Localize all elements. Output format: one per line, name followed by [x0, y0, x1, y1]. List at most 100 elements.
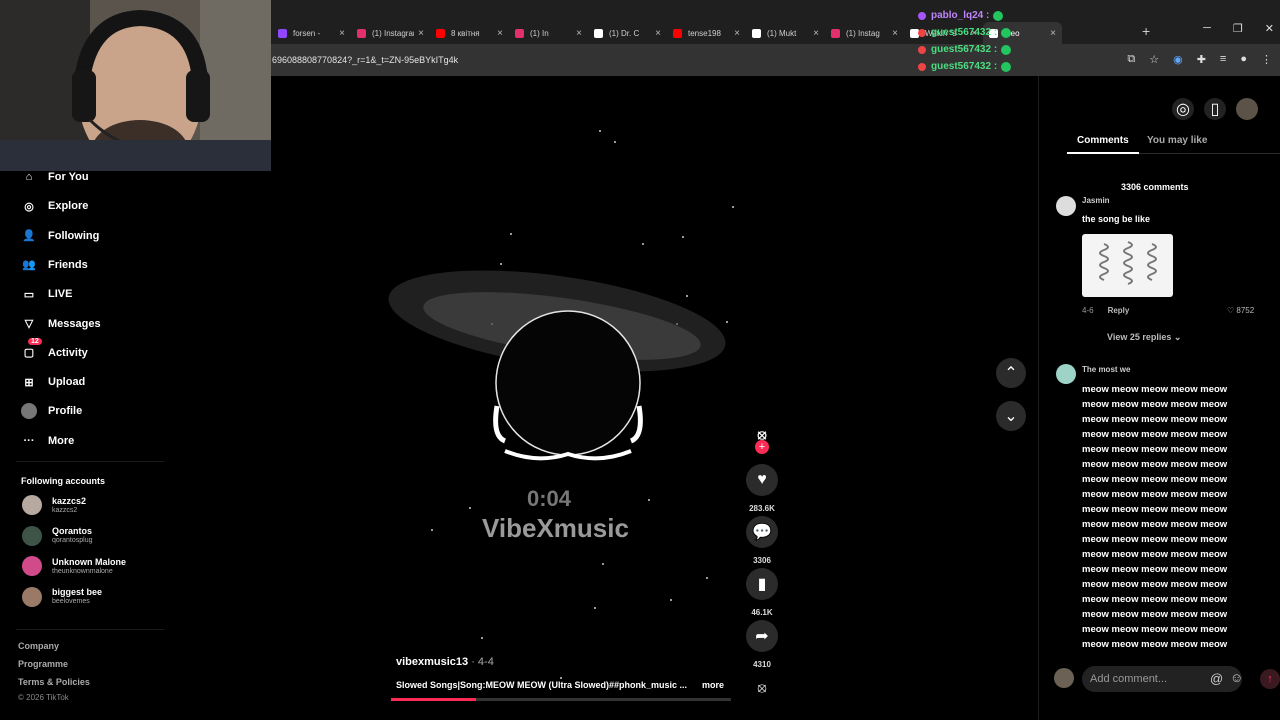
tab-you-may-like[interactable]: You may like — [1147, 135, 1207, 146]
menu-icon[interactable]: ⋮ — [1261, 53, 1272, 66]
video-progress-bar[interactable] — [391, 698, 731, 701]
browser-tab[interactable]: forsen - × — [272, 22, 351, 44]
comment-line: meow meow meow meow meow — [1082, 429, 1228, 440]
comment-avatar[interactable] — [1056, 196, 1076, 216]
install-app-icon[interactable]: ⧉ — [1127, 53, 1135, 66]
mention-icon[interactable]: @ — [1210, 671, 1223, 686]
sidebar-item-explore[interactable]: ◎ Explore — [20, 196, 88, 216]
restore-icon[interactable]: ❐ — [1233, 22, 1243, 35]
footer-link[interactable]: Terms & Policies — [18, 677, 90, 687]
comment-line: meow meow meow meow meow — [1082, 459, 1228, 470]
comment-button[interactable]: 💬 3306 — [746, 516, 778, 565]
follow-plus-icon[interactable]: + — [755, 440, 769, 454]
close-tab-icon[interactable]: × — [813, 28, 819, 39]
close-tab-icon[interactable]: × — [576, 28, 582, 39]
sidebar-item-messages[interactable]: ▽ Messages — [20, 314, 101, 334]
account-text: kazzcs2 kazzcs2 — [52, 496, 86, 515]
my-avatar — [1054, 668, 1074, 688]
footer-link[interactable]: Programme — [18, 659, 68, 669]
sidebar-item-live[interactable]: ▭ LIVE — [20, 284, 73, 304]
following-account[interactable]: kazzcs2 kazzcs2 — [22, 493, 86, 517]
comment-line: meow meow meow meow meow — [1082, 609, 1228, 620]
comment-avatar[interactable] — [1056, 364, 1076, 384]
following-accounts-heading: Following accounts — [21, 476, 106, 486]
tab-label: (1) Instag — [846, 28, 880, 38]
browser-tab[interactable]: 8 квітня × — [430, 22, 509, 44]
profile-icon[interactable]: ● — [1240, 53, 1247, 66]
instagram-icon — [831, 28, 840, 38]
browser-tab[interactable]: (1) Mukt × — [746, 22, 825, 44]
close-window-icon[interactable]: ✕ — [1265, 22, 1274, 35]
chat-username: guest567432 : — [931, 27, 998, 38]
comment-username[interactable]: The most we — [1082, 365, 1130, 374]
music-disc-button[interactable]: ⦻ — [746, 676, 778, 698]
account-name: Qorantos — [52, 526, 93, 536]
url-field[interactable]: 696088808770824?_r=1&_t=ZN-95eBYkITg4k — [272, 55, 458, 65]
browser-tab[interactable]: (1) Instagram × — [351, 22, 430, 44]
following-account[interactable]: biggest bee beelovemes — [22, 585, 102, 609]
sidebar-item-for-you[interactable]: ⌂ For You — [20, 167, 89, 187]
compass-icon[interactable]: ◎ — [1172, 98, 1194, 120]
account-name: kazzcs2 — [52, 495, 87, 506]
browser-tab[interactable]: (1) Instag × — [825, 22, 904, 44]
tab-comments[interactable]: Comments — [1077, 135, 1129, 146]
reply-button[interactable]: Reply — [1108, 306, 1130, 315]
sidebar-item-label: Friends — [48, 258, 88, 271]
close-tab-icon[interactable]: × — [655, 28, 661, 39]
comment-username[interactable]: Jasmin — [1082, 196, 1110, 205]
creator-avatar[interactable]: ⦻ + — [746, 420, 778, 454]
save-button[interactable]: ▮ 46.1K — [746, 568, 778, 617]
view-replies-button[interactable]: View 25 replies ⌄ — [1107, 332, 1181, 343]
comment-image[interactable] — [1082, 234, 1173, 297]
new-tab-button[interactable]: + — [1142, 23, 1150, 39]
following-account[interactable]: Unknown Malone theunknownmalone — [22, 554, 126, 578]
video-player[interactable]: 0:04 VibeXmusic — [387, 76, 735, 702]
minimize-icon[interactable]: ─ — [1203, 22, 1211, 35]
comment-text: the song be like — [1082, 214, 1151, 224]
account-handle: qorantosplug — [52, 537, 93, 544]
phone-icon[interactable]: ▯ — [1204, 98, 1226, 120]
previous-video-button[interactable]: ⌃ — [996, 358, 1026, 388]
youtube-icon — [436, 28, 445, 38]
close-tab-icon[interactable]: × — [339, 28, 345, 39]
send-button[interactable]: ↑ — [1260, 669, 1280, 689]
extensions-icon[interactable]: ✚ — [1197, 53, 1206, 66]
emoji-icon[interactable]: ☺ — [1230, 670, 1243, 685]
tab-label: (1) Mukt — [767, 28, 797, 38]
browser-tab[interactable]: tense198 × — [667, 22, 746, 44]
like-button[interactable]: ♥ 283.6K — [746, 464, 778, 513]
sidebar-item-profile[interactable]: Profile — [20, 401, 82, 421]
sidebar-item-friends[interactable]: 👥 Friends — [20, 255, 88, 275]
comment-like-button[interactable]: ♡ 8752 — [1227, 306, 1254, 315]
tab-label: (1) In — [530, 28, 549, 38]
browser-tab[interactable]: (1) In × — [509, 22, 588, 44]
video-author[interactable]: vibexmusic13 · 4-4 — [396, 656, 494, 668]
close-tab-icon[interactable]: × — [734, 28, 740, 39]
comment-line: meow meow meow meow meow — [1082, 489, 1228, 500]
close-tab-icon[interactable]: × — [418, 28, 424, 39]
sidebar-item-activity[interactable]: ▢ 12 Activity — [20, 337, 88, 363]
sidebar-item-more[interactable]: ··· More — [20, 431, 75, 451]
next-video-button[interactable]: ⌄ — [996, 401, 1026, 431]
chevron-up-icon: ⌃ — [1004, 365, 1018, 382]
share-button[interactable]: ➦ 4310 — [746, 620, 778, 669]
media-icon[interactable]: ≡ — [1220, 53, 1226, 66]
author-name[interactable]: vibexmusic13 — [396, 656, 468, 668]
video-brand-text: VibeXmusic — [482, 513, 629, 543]
sidebar-item-label: Profile — [48, 405, 83, 418]
copyright: © 2026 TikTok — [18, 693, 69, 702]
browser-tab[interactable]: (1) Dr. C × — [588, 22, 667, 44]
close-tab-icon[interactable]: × — [892, 28, 898, 39]
sidebar-item-upload[interactable]: ⊞ Upload — [20, 372, 85, 392]
audio-icon[interactable]: ◉ — [1173, 53, 1183, 66]
bookmark-star-icon[interactable]: ☆ — [1149, 53, 1159, 66]
user-avatar[interactable] — [1236, 98, 1258, 120]
sidebar-item-following[interactable]: 👤 Following — [20, 226, 99, 246]
chat-line: pablo_lq24 : — [918, 7, 1058, 24]
browser-toolbar-icons: ⧉ ☆ ◉ ✚ ≡ ● ⋮ — [1127, 53, 1272, 66]
footer-link[interactable]: Company — [18, 641, 59, 651]
following-account[interactable]: Qorantos qorantosplug — [22, 524, 92, 548]
close-tab-icon[interactable]: × — [497, 28, 503, 39]
caption-more-link[interactable]: more — [702, 680, 724, 690]
instagram-icon — [357, 28, 366, 38]
